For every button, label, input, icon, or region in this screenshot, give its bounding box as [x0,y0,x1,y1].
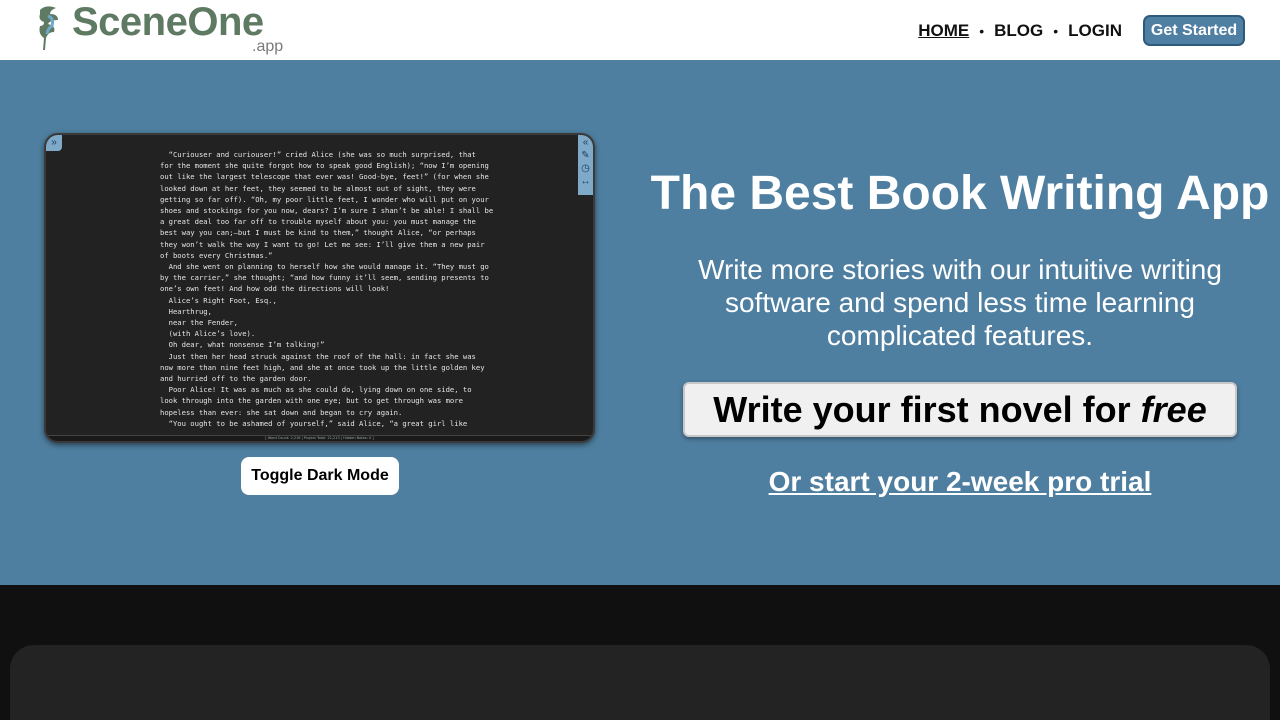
main-nav: HOME • BLOG • LOGIN [918,21,1122,41]
hero-section: » « ✎ ◷ ↔ “Curiouser and curiouser!” cri… [0,60,1280,585]
free-button-emphasis: free [1140,388,1207,430]
free-button-label: Write your first novel for [713,388,1131,430]
width-icon[interactable]: ↔ [581,176,591,187]
editor-toolbar: « ✎ ◷ ↔ [578,135,593,195]
expand-icon[interactable]: » [46,135,62,151]
feature-card [10,645,1270,720]
sceneone-logo[interactable]: SceneOne .app [36,0,286,58]
hero-title: The Best Book Writing App [650,167,1270,220]
get-started-button[interactable]: Get Started [1143,15,1245,46]
logo-text: SceneOne [72,0,264,44]
logo-domain: .app [252,38,284,55]
editor-text[interactable]: “Curiouser and curiouser!” cried Alice (… [160,149,493,429]
quill-icon[interactable]: ✎ [581,150,589,161]
pro-trial-link[interactable]: Or start your 2-week pro trial [640,466,1280,498]
nav-blog-link[interactable]: BLOG [994,21,1043,41]
hero-subtitle: Write more stories with our intuitive wr… [698,254,1222,351]
write-free-novel-button[interactable]: Write your first novel for free [683,382,1237,437]
site-header: SceneOne .app HOME • BLOG • LOGIN Get St… [0,0,1280,60]
nav-login-link[interactable]: LOGIN [1068,21,1122,41]
nav-separator: • [1053,23,1059,39]
collapse-icon[interactable]: « [583,137,589,148]
editor-status-bar: [ Word Count: 2,216 | Project Total: 21,… [46,435,593,441]
toggle-dark-mode-button[interactable]: Toggle Dark Mode [241,457,399,495]
editor-preview: » « ✎ ◷ ↔ “Curiouser and curiouser!” cri… [44,133,595,443]
nav-separator: • [979,23,985,39]
logo-quill-icon [39,6,58,50]
clock-icon[interactable]: ◷ [581,163,590,174]
nav-home-link[interactable]: HOME [918,21,969,41]
